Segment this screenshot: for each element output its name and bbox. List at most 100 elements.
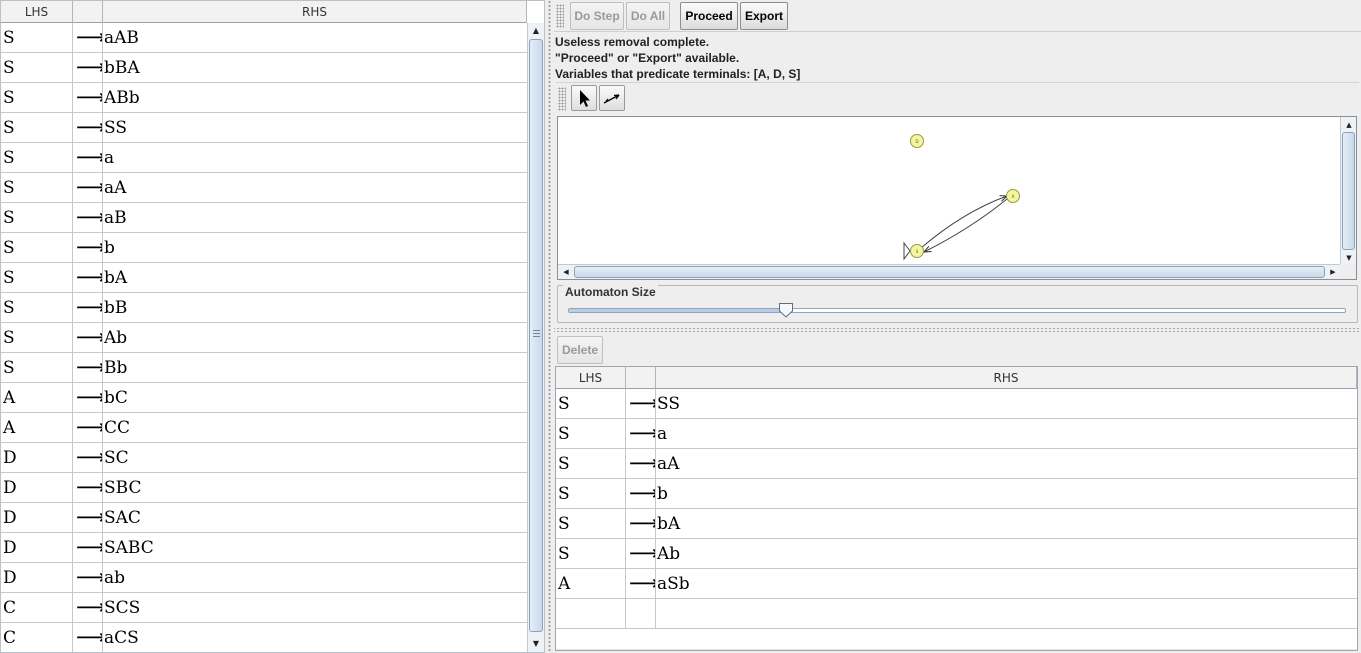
result-rhs-cell[interactable]: a bbox=[656, 419, 1357, 449]
export-button[interactable]: Export bbox=[740, 2, 788, 30]
toolbar-grip-icon[interactable] bbox=[556, 4, 564, 28]
transition-tool-button[interactable] bbox=[599, 85, 625, 111]
result-lhs-cell[interactable]: A bbox=[556, 569, 626, 599]
horizontal-splitter[interactable] bbox=[554, 326, 1361, 333]
arrow-header[interactable] bbox=[73, 1, 103, 23]
grammar-lhs-cell[interactable]: S bbox=[1, 323, 73, 353]
grammar-lhs-cell[interactable]: S bbox=[1, 83, 73, 113]
grammar-rhs-cell[interactable]: bC bbox=[103, 383, 527, 413]
grammar-rhs-cell[interactable]: aB bbox=[103, 203, 527, 233]
grammar-rhs-cell[interactable]: aAB bbox=[103, 23, 527, 53]
grammar-rhs-cell[interactable]: bBA bbox=[103, 53, 527, 83]
canvas-horizontal-scrollbar[interactable]: ◀ ▶ bbox=[558, 264, 1341, 279]
grammar-row[interactable]: S⟶bB bbox=[1, 293, 527, 323]
grammar-row[interactable]: S⟶Bb bbox=[1, 353, 527, 383]
grammar-row[interactable]: S⟶bBA bbox=[1, 53, 527, 83]
grammar-row[interactable]: S⟶aA bbox=[1, 173, 527, 203]
canvas-vertical-scrollbar[interactable]: ▲ ▼ bbox=[1340, 117, 1356, 266]
result-lhs-cell[interactable]: S bbox=[556, 479, 626, 509]
result-lhs-cell[interactable]: S bbox=[556, 389, 626, 419]
grammar-row[interactable]: S⟶SS bbox=[1, 113, 527, 143]
grammar-rhs-cell[interactable]: SC bbox=[103, 443, 527, 473]
lhs-header[interactable]: LHS bbox=[1, 1, 73, 23]
state-s[interactable]: S bbox=[910, 244, 924, 258]
grammar-lhs-cell[interactable]: S bbox=[1, 263, 73, 293]
do-step-button[interactable]: Do Step bbox=[570, 2, 624, 30]
result-row[interactable]: S⟶aA bbox=[556, 449, 1357, 479]
grammar-lhs-cell[interactable]: S bbox=[1, 353, 73, 383]
result-row[interactable]: S⟶SS bbox=[556, 389, 1357, 419]
grammar-lhs-cell[interactable]: D bbox=[1, 443, 73, 473]
grammar-rhs-cell[interactable]: aA bbox=[103, 173, 527, 203]
grammar-lhs-cell[interactable]: C bbox=[1, 623, 73, 652]
grammar-rhs-cell[interactable]: CC bbox=[103, 413, 527, 443]
grammar-rhs-cell[interactable]: a bbox=[103, 143, 527, 173]
result-rhs-cell[interactable]: aA bbox=[656, 449, 1357, 479]
delete-button[interactable]: Delete bbox=[557, 336, 603, 364]
grammar-row[interactable]: D⟶SBC bbox=[1, 473, 527, 503]
grammar-rhs-cell[interactable]: Bb bbox=[103, 353, 527, 383]
result-rhs-cell[interactable]: Ab bbox=[656, 539, 1357, 569]
grammar-rhs-cell[interactable]: SCS bbox=[103, 593, 527, 623]
result-lhs-cell[interactable] bbox=[556, 599, 626, 629]
result-row[interactable]: S⟶a bbox=[556, 419, 1357, 449]
select-tool-button[interactable] bbox=[571, 85, 597, 111]
grammar-row[interactable]: D⟶ab bbox=[1, 563, 527, 593]
grammar-row[interactable]: D⟶SC bbox=[1, 443, 527, 473]
result-arrow-header[interactable] bbox=[626, 367, 656, 389]
result-rhs-cell[interactable]: SS bbox=[656, 389, 1357, 419]
grammar-lhs-cell[interactable]: S bbox=[1, 53, 73, 83]
grammar-row[interactable]: S⟶aB bbox=[1, 203, 527, 233]
grammar-rhs-cell[interactable]: SABC bbox=[103, 533, 527, 563]
editor-toolbar-grip-icon[interactable] bbox=[558, 87, 566, 111]
transition-a-to-s[interactable] bbox=[924, 198, 1008, 252]
canvas-scroll-left-icon[interactable]: ◀ bbox=[558, 264, 574, 279]
scroll-down-icon[interactable]: ▼ bbox=[528, 636, 544, 652]
vertical-scrollbar[interactable]: ▲ ▼ bbox=[527, 23, 544, 652]
grammar-row[interactable]: S⟶a bbox=[1, 143, 527, 173]
result-rhs-cell[interactable]: aSb bbox=[656, 569, 1357, 599]
grammar-lhs-cell[interactable]: S bbox=[1, 113, 73, 143]
result-row[interactable]: S⟶Ab bbox=[556, 539, 1357, 569]
result-lhs-cell[interactable]: S bbox=[556, 449, 626, 479]
grammar-rhs-cell[interactable]: Ab bbox=[103, 323, 527, 353]
result-rhs-cell[interactable]: bA bbox=[656, 509, 1357, 539]
transition-s-to-a[interactable] bbox=[920, 196, 1007, 249]
grammar-rhs-cell[interactable]: SAC bbox=[103, 503, 527, 533]
grammar-rhs-cell[interactable]: b bbox=[103, 233, 527, 263]
grammar-lhs-cell[interactable]: D bbox=[1, 533, 73, 563]
grammar-lhs-cell[interactable]: S bbox=[1, 143, 73, 173]
result-lhs-cell[interactable]: S bbox=[556, 539, 626, 569]
canvas-vscroll-thumb[interactable] bbox=[1342, 132, 1355, 250]
scroll-thumb[interactable] bbox=[529, 39, 543, 632]
grammar-row[interactable]: A⟶bC bbox=[1, 383, 527, 413]
slider-thumb-icon[interactable] bbox=[778, 302, 794, 318]
state-a[interactable]: A bbox=[1006, 189, 1020, 203]
grammar-lhs-cell[interactable]: S bbox=[1, 173, 73, 203]
grammar-rhs-cell[interactable]: ABb bbox=[103, 83, 527, 113]
result-lhs-header[interactable]: LHS bbox=[556, 367, 626, 389]
state-d[interactable]: D bbox=[910, 134, 924, 148]
grammar-row[interactable]: S⟶b bbox=[1, 233, 527, 263]
grammar-rhs-cell[interactable]: bB bbox=[103, 293, 527, 323]
grammar-rhs-cell[interactable]: SBC bbox=[103, 473, 527, 503]
grammar-row[interactable]: C⟶aCS bbox=[1, 623, 527, 652]
grammar-row[interactable]: S⟶aAB bbox=[1, 23, 527, 53]
grammar-row[interactable]: D⟶SABC bbox=[1, 533, 527, 563]
grammar-rhs-cell[interactable]: aCS bbox=[103, 623, 527, 652]
result-lhs-cell[interactable]: S bbox=[556, 509, 626, 539]
result-row[interactable]: S⟶bA bbox=[556, 509, 1357, 539]
canvas-scroll-up-icon[interactable]: ▲ bbox=[1341, 117, 1356, 133]
grammar-row[interactable]: D⟶SAC bbox=[1, 503, 527, 533]
canvas-hscroll-thumb[interactable] bbox=[574, 266, 1325, 278]
grammar-lhs-cell[interactable]: A bbox=[1, 413, 73, 443]
vertical-splitter[interactable] bbox=[545, 0, 554, 653]
automaton-canvas[interactable]: D A S ▲ ▼ ◀ ▶ bbox=[557, 116, 1357, 280]
grammar-rhs-cell[interactable]: SS bbox=[103, 113, 527, 143]
grammar-lhs-cell[interactable]: S bbox=[1, 233, 73, 263]
result-row[interactable]: A⟶aSb bbox=[556, 569, 1357, 599]
result-rhs-cell[interactable] bbox=[656, 599, 1357, 629]
grammar-lhs-cell[interactable]: A bbox=[1, 383, 73, 413]
grammar-rhs-cell[interactable]: ab bbox=[103, 563, 527, 593]
result-row[interactable] bbox=[556, 599, 1357, 629]
